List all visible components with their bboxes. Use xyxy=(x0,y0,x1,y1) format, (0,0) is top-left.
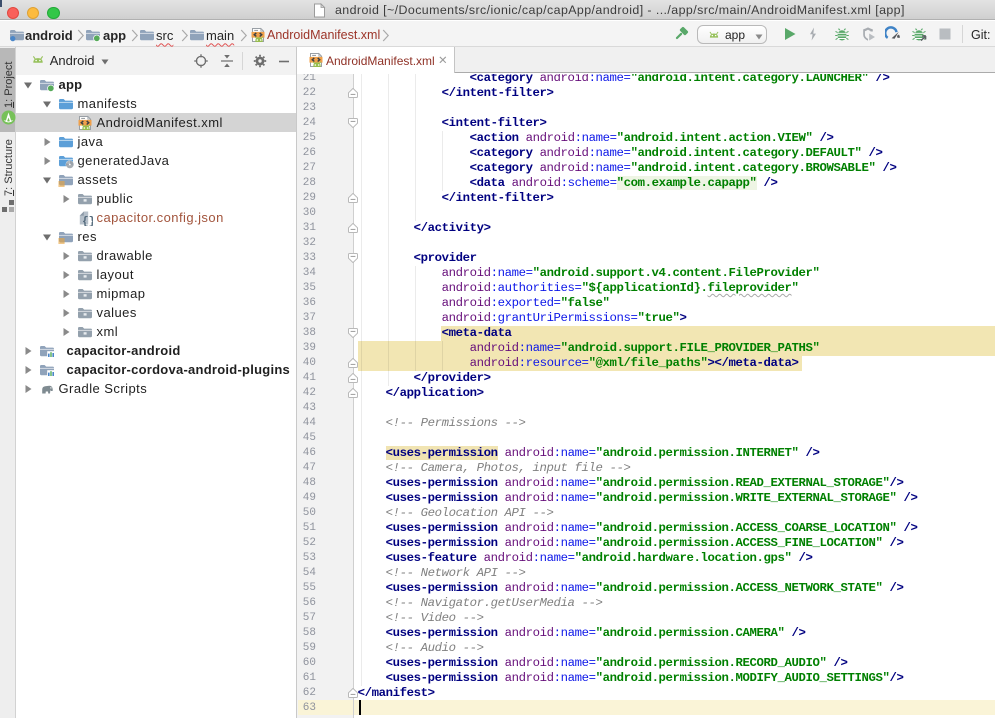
svg-text:{}: {} xyxy=(82,216,93,226)
